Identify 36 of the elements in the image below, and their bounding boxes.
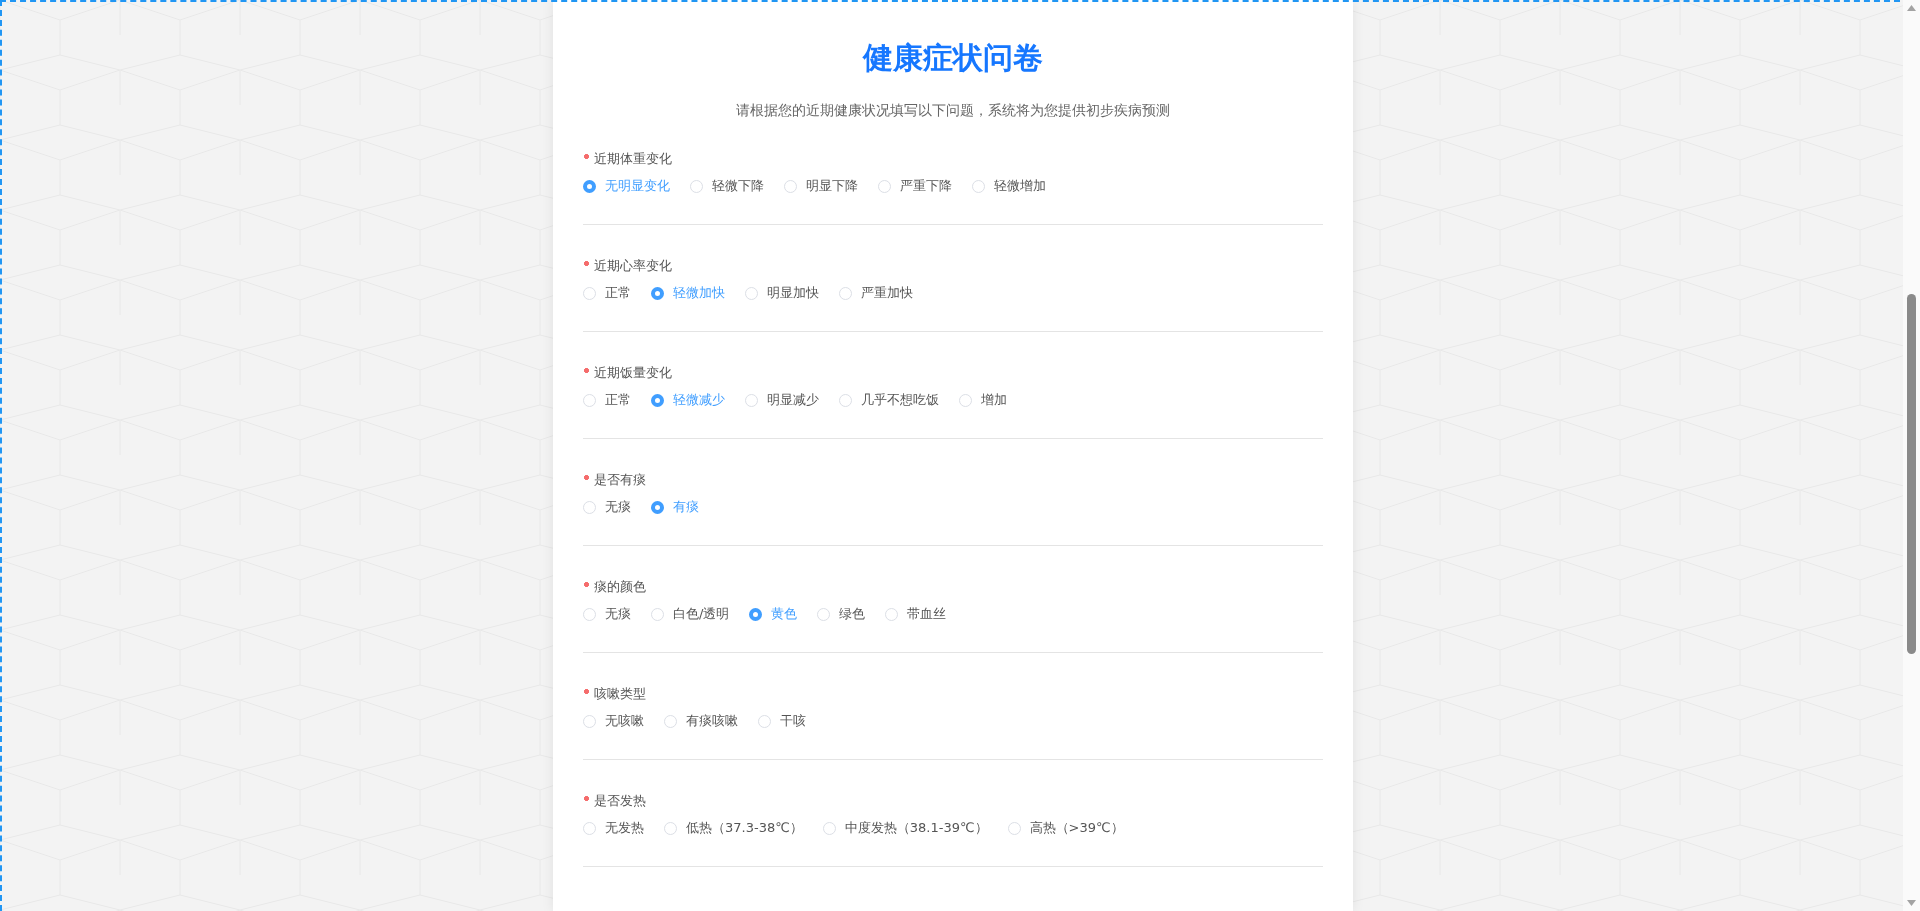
radio-option[interactable]: 轻微下降: [690, 176, 764, 196]
radio-option[interactable]: 正常: [583, 283, 631, 303]
radio-option[interactable]: 轻微增加: [972, 176, 1046, 196]
radio-option[interactable]: 正常: [583, 390, 631, 410]
radio-option[interactable]: 无咳嗽: [583, 711, 644, 731]
radio-option[interactable]: 明显下降: [784, 176, 858, 196]
radio-option[interactable]: 有痰咳嗽: [664, 711, 738, 731]
form-subtitle: 请根据您的近期健康状况填写以下问题，系统将为您提供初步疾病预测: [735, 101, 1171, 120]
radio-option[interactable]: 无痰: [583, 497, 631, 517]
radio-option[interactable]: 低热（37.3-38℃）: [664, 818, 803, 838]
scroll-up-icon[interactable]: [1907, 5, 1916, 11]
radio-option[interactable]: 严重下降: [878, 176, 952, 196]
radio-option[interactable]: 增加: [959, 390, 1007, 410]
form-title: 健康症状问卷: [861, 39, 1044, 77]
radio-option[interactable]: 几乎不想吃饭: [839, 390, 939, 410]
radio-option[interactable]: 带血丝: [885, 604, 947, 624]
question-label: 痰的颜色: [594, 578, 646, 596]
radio-option[interactable]: 无痰: [583, 604, 631, 624]
radio-option[interactable]: 严重加快: [839, 283, 913, 303]
radio-option[interactable]: 中度发热（38.1-39℃）: [822, 818, 988, 838]
radio-option[interactable]: 高热（>39℃）: [1007, 818, 1124, 838]
radio-option[interactable]: 无发热: [583, 818, 644, 838]
question-label: 是否有痰: [594, 471, 646, 489]
radio-option[interactable]: 绿色: [817, 604, 866, 624]
scrollbar[interactable]: [1903, 0, 1920, 911]
radio-option[interactable]: 明显加快: [745, 283, 819, 303]
radio-option[interactable]: 明显减少: [745, 390, 819, 410]
radio-option[interactable]: 白色/透明: [651, 604, 730, 624]
scrollbar-thumb[interactable]: [1907, 294, 1916, 654]
question-label: 近期饭量变化: [594, 364, 672, 382]
radio-option[interactable]: 干咳: [758, 711, 806, 731]
question-label: 近期心率变化: [594, 257, 672, 275]
question-label: 是否发热: [594, 792, 646, 810]
question-label: 近期体重变化: [594, 150, 672, 168]
scroll-down-icon[interactable]: [1907, 900, 1916, 906]
question-label: 咳嗽类型: [594, 685, 646, 703]
